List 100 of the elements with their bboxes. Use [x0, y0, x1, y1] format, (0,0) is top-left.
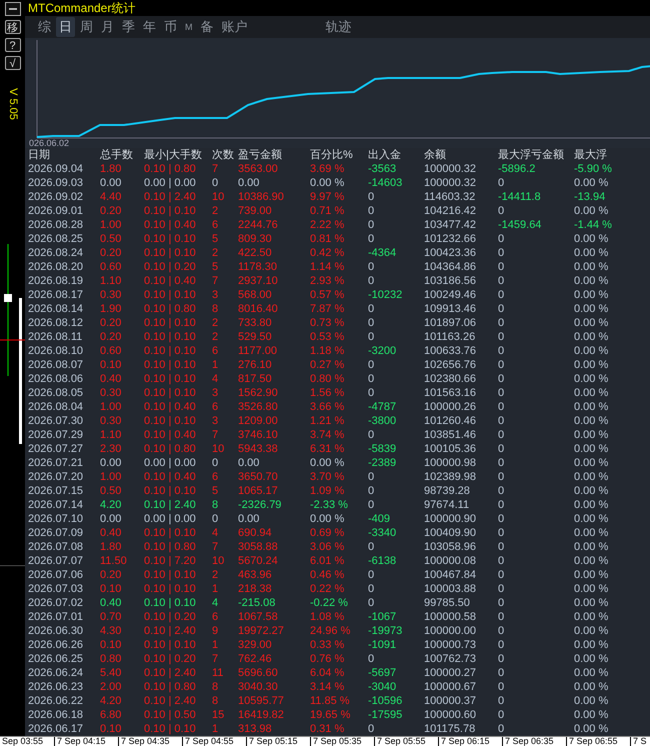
table-cell-text: 0.10 | 0.80	[144, 680, 197, 694]
table-cell-text: 3	[212, 386, 220, 400]
table-cell-text: -1091	[368, 638, 398, 652]
table-cell-text: 0.00 %	[574, 260, 610, 274]
tab[interactable]: 年	[140, 17, 159, 37]
table-cell-text: 0.46 %	[310, 568, 346, 582]
table-cell-text: 0.00 %	[574, 582, 610, 596]
table-cell-text: 4	[212, 526, 220, 540]
table-cell-text: 0.00 %	[574, 400, 610, 414]
table-cell-text: 0.10 | 0.80	[144, 302, 197, 316]
table-cell-text: 0.00 %	[574, 358, 610, 372]
table-cell-text: 103477.42	[424, 218, 477, 232]
table-cell-text: 0.00 %	[574, 372, 610, 386]
table-cell-text: -14411.8	[498, 190, 542, 204]
table-cell-text: 0	[368, 260, 376, 274]
tab[interactable]: M	[182, 21, 196, 33]
table-cell-text: 0.10 | 0.40	[144, 274, 197, 288]
tab[interactable]: 周	[77, 17, 96, 37]
table-cell-text: 0.10 | 0.10	[144, 414, 197, 428]
table-cell-text: 102389.98	[424, 470, 477, 484]
table-cell-text: 0	[498, 638, 506, 652]
table-cell-text: 0.10 | 0.10	[144, 596, 197, 610]
table-cell-text: 5696.60	[238, 666, 279, 680]
table-cell-text: 104216.42	[424, 204, 477, 218]
table-cell-text: 0	[368, 358, 376, 372]
tab[interactable]: 月	[98, 17, 117, 37]
table-cell-text: 0.00 %	[574, 498, 610, 512]
table-cell-text: 0.00 %	[574, 680, 610, 694]
table-cell-text: 0.00 %	[574, 386, 610, 400]
table-cell-text: -5839	[368, 442, 398, 456]
table-cell-text: 100003.88	[424, 582, 477, 596]
table-cell-text: 3.66 %	[310, 400, 346, 414]
table-cell-text: 1209.00	[238, 414, 279, 428]
time-axis-label: 7 Sep 06:35	[502, 737, 566, 746]
table-cell-text: 0.00 | 0.00	[144, 456, 197, 470]
tab[interactable]: 备	[198, 17, 216, 37]
table-cell-text: 817.50	[238, 372, 273, 386]
table-cell-text: 2026.07.30	[28, 414, 84, 428]
table-cell-text: 6.80	[100, 708, 122, 722]
table-cell-text: 100762.73	[424, 652, 477, 666]
table-cell-text: 7	[212, 162, 220, 176]
toolbar-button[interactable]: ?	[4, 38, 20, 52]
table-cell-text: 0.10 | 0.40	[144, 218, 197, 232]
table-cell-text: 0.80	[100, 652, 122, 666]
table-cell-text: 1	[212, 722, 220, 736]
table-cell-text: 4.30	[100, 624, 122, 638]
tab[interactable]: 综	[35, 17, 54, 37]
table-cell-text: 2026.06.22	[28, 694, 84, 708]
table-cell-text: 2026.08.19	[28, 274, 84, 288]
table-cell-text: 1.00	[100, 218, 122, 232]
table-cell-text: 2	[212, 246, 220, 260]
table-cell-text: 1.10	[100, 428, 122, 442]
table-cell-text: 100000.00	[424, 624, 477, 638]
table-cell-text: 0.20	[100, 330, 122, 344]
table-cell-text: 4.20	[100, 498, 122, 512]
table-cell-text: 6	[212, 218, 220, 232]
table-cell-text: -10596	[368, 694, 404, 708]
table-cell-text: 2026.08.17	[28, 288, 84, 302]
toolbar-button[interactable]: 移	[4, 20, 20, 34]
table-cell-text: -3800	[368, 414, 398, 428]
toolbar-button[interactable]: √	[4, 56, 20, 70]
tab[interactable]: 日	[56, 17, 75, 37]
table-cell-text: 2026.06.17	[28, 722, 84, 736]
column-header: 日期	[28, 148, 51, 162]
table-cell-text: 0.22 %	[310, 582, 346, 596]
tab[interactable]: 季	[119, 17, 138, 37]
table-cell-text: 0	[498, 652, 506, 666]
tab[interactable]: 币	[161, 17, 180, 37]
table-cell-text: 16419.82	[238, 708, 285, 722]
tab[interactable]: 账户	[218, 17, 250, 37]
table-cell-text: -5697	[368, 666, 398, 680]
table-cell-text: 0	[498, 470, 506, 484]
table-cell-text: 2026.08.11	[28, 330, 84, 344]
table-cell-text: 0.10 | 2.40	[144, 666, 197, 680]
time-axis-label: 7 Sep 05:15	[246, 737, 310, 746]
table-cell-text: 1.00	[100, 470, 122, 484]
table-cell-text: 100633.76	[424, 344, 477, 358]
table-cell-text: 4.40	[100, 190, 122, 204]
table-cell-text: 0.10	[100, 582, 122, 596]
table-cell-text: 2026.08.14	[28, 302, 84, 316]
table-cell-text: 0.30	[100, 288, 122, 302]
table-cell-text: 0	[498, 400, 506, 414]
time-axis-label: 7 Sep 04:55	[182, 737, 246, 746]
table-cell-text: 0.33 %	[310, 638, 346, 652]
minimize-icon[interactable]	[4, 2, 20, 16]
table-cell-text: 2026.08.10	[28, 344, 84, 358]
table-cell-text: 7	[212, 540, 220, 554]
table-cell-text: 1.80	[100, 540, 122, 554]
column-header: 百分比%	[310, 148, 354, 162]
table-cell-text: 0	[498, 526, 506, 540]
table-cell-text: 0	[212, 176, 220, 190]
table-cell-text: 0.00 %	[574, 610, 610, 624]
table-cell-text: 0.00 %	[574, 316, 610, 330]
table-cell-text: 0.10 | 0.10	[144, 484, 197, 498]
table-cell-text: 0.76 %	[310, 652, 346, 666]
table-cell-text: 809.30	[238, 232, 273, 246]
table-cell-text: 0.00 %	[574, 554, 610, 568]
table-cell-text: 10	[212, 554, 226, 568]
table-cell-text: 11.85 %	[310, 694, 351, 708]
tab[interactable]: 轨迹	[322, 17, 354, 37]
